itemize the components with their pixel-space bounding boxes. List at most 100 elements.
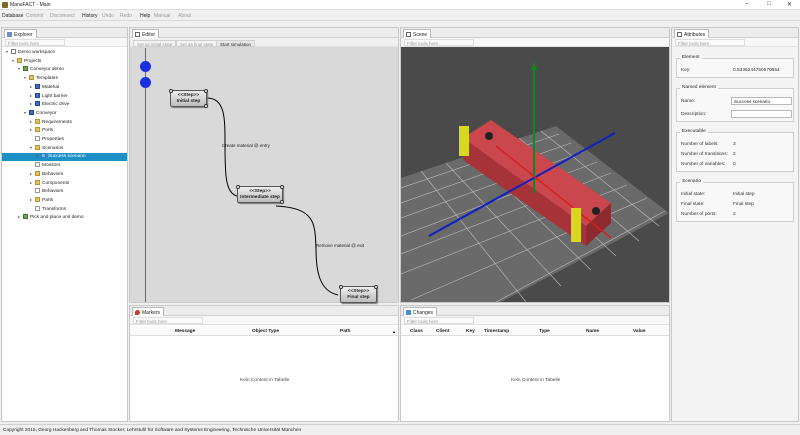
- menu-undo[interactable]: Undo: [102, 13, 114, 19]
- changes-panel: Changes Filter tools here Class Client K…: [400, 305, 670, 422]
- tree-item[interactable]: ▸ Success scenario: [2, 153, 127, 162]
- column-type[interactable]: Type: [539, 329, 550, 334]
- close-button[interactable]: ✕: [787, 1, 792, 8]
- element-group: Element Key: 0.5336244750570654: [676, 55, 794, 78]
- attributes-filter-input[interactable]: Filter tools here: [675, 39, 745, 46]
- tree-item[interactable]: Properties: [2, 136, 127, 144]
- column-class[interactable]: Class: [410, 329, 423, 334]
- scene-filter-input[interactable]: Filter tools here: [404, 39, 474, 46]
- proj-node-icon: [23, 66, 28, 72]
- folder-node-icon: [35, 127, 40, 133]
- menu-history[interactable]: History: [82, 13, 98, 19]
- tree-item[interactable]: Behaviors: [2, 188, 127, 196]
- description-field[interactable]: [731, 110, 792, 118]
- transition-label[interactable]: Remove material @ exit: [316, 243, 364, 248]
- tab-explorer[interactable]: Explorer: [4, 29, 37, 38]
- blue-node-icon: [35, 92, 40, 98]
- tree-item-label: Pick and place unit demo: [30, 215, 84, 221]
- tab-scene[interactable]: Scene: [403, 29, 432, 38]
- blue-node-icon: [35, 83, 40, 89]
- tree-item[interactable]: ▸ Behaviors: [2, 170, 127, 179]
- tab-attributes[interactable]: Attributes: [674, 29, 710, 38]
- changes-filter-input[interactable]: Filter tools here: [404, 317, 474, 324]
- markers-filter-input[interactable]: Filter tools here: [133, 317, 203, 324]
- folder-node-icon: [35, 196, 40, 202]
- menu-disconnect[interactable]: Disconnect: [50, 13, 75, 19]
- tree-item[interactable]: ▾ Conveyor: [2, 109, 127, 118]
- transition-label[interactable]: Create material @ entry: [222, 143, 270, 148]
- tab-markers[interactable]: Markers: [132, 307, 165, 316]
- step-intermediate[interactable]: <<Step>> Intermediate step: [236, 185, 284, 204]
- tree-item[interactable]: ▸ Requirements: [2, 118, 127, 127]
- tree-item-label: Success scenario: [48, 154, 86, 160]
- maximize-button[interactable]: □: [767, 1, 771, 7]
- tree-item[interactable]: ▾ Scenarios: [2, 144, 127, 153]
- menu-commit[interactable]: Commit: [26, 13, 43, 19]
- folder-node-icon: [35, 179, 40, 185]
- tree-item-label: Requirements: [42, 119, 72, 125]
- attributes-icon: [677, 32, 682, 37]
- column-message[interactable]: Message: [175, 329, 195, 334]
- scen-node-icon: [41, 153, 46, 159]
- column-client[interactable]: Client: [436, 329, 449, 334]
- leaf-node-icon: [35, 162, 40, 168]
- tab-editor[interactable]: Editor: [132, 29, 160, 38]
- empty-table-message: Kein Content in Tabelle: [511, 378, 561, 383]
- tree-item[interactable]: ▾ Templates: [2, 75, 127, 83]
- tree-item-label: Light barrier: [42, 93, 68, 99]
- tree-item[interactable]: ▸ Components: [2, 179, 127, 188]
- tree-item-label: Conveyor demo: [30, 67, 64, 73]
- tree-item-label: Electric drive: [42, 102, 70, 108]
- menu-redo[interactable]: Redo: [120, 13, 132, 19]
- explorer-panel: Explorer Filter tools here ▾ Demo workspa…: [1, 27, 128, 422]
- tree-item[interactable]: Monitors: [2, 162, 127, 170]
- tree-item-label: Projects: [24, 58, 42, 64]
- menu-database[interactable]: Database: [2, 13, 23, 19]
- editor-panel: Editor Set as initial state Set as final…: [129, 27, 399, 303]
- sort-ascending-icon[interactable]: ▲: [392, 329, 396, 334]
- blue-node-icon: [29, 109, 34, 115]
- step-final[interactable]: <<Step>> Final step: [339, 285, 378, 303]
- tree-item[interactable]: ▾ Projects: [2, 57, 127, 66]
- editor-canvas[interactable]: <<Step>> Initial step <<Step>> Intermedi…: [130, 48, 398, 303]
- step-initial[interactable]: <<Step>> Initial step: [169, 89, 208, 108]
- tree-item[interactable]: ▸ Pick and place unit demo: [2, 214, 127, 222]
- tree-item-label: Parts: [42, 197, 54, 203]
- column-value[interactable]: Value: [633, 329, 646, 334]
- tree-item-label: Conveyor: [36, 110, 57, 116]
- column-timestamp[interactable]: Timestamp: [484, 329, 509, 334]
- tree-item[interactable]: ▸ Light barrier: [2, 92, 127, 101]
- explorer-icon: [7, 32, 12, 37]
- tree-item[interactable]: ▸ Electric drive: [2, 101, 127, 109]
- window-title: ManuFACT - Main: [10, 2, 51, 8]
- tree-item[interactable]: ▾ Conveyor demo: [2, 66, 127, 74]
- column-name[interactable]: Name: [586, 329, 599, 334]
- menu-manual[interactable]: Manual: [154, 13, 170, 19]
- markers-panel: Markers Filter tools here Message Object…: [129, 305, 399, 422]
- start-simulation-button[interactable]: Start simulation: [216, 40, 256, 47]
- explorer-filter-input[interactable]: Filter tools here: [5, 39, 65, 46]
- blue-node-icon: [35, 101, 40, 107]
- leaf-node-icon: [35, 188, 40, 194]
- folder-node-icon: [29, 75, 34, 81]
- tree-item-label: Components: [42, 180, 70, 186]
- tab-changes[interactable]: Changes: [403, 307, 438, 316]
- set-final-state-button[interactable]: Set as final state: [176, 40, 218, 47]
- tree-item[interactable]: ▸ Material: [2, 83, 127, 92]
- tree-item[interactable]: ▸ Ports: [2, 127, 127, 135]
- tree-item-label: Behaviors: [42, 171, 64, 177]
- menu-help[interactable]: Help: [140, 13, 150, 19]
- column-object-type[interactable]: Object Type: [252, 329, 279, 334]
- tree-item[interactable]: Transforms: [2, 205, 127, 214]
- tree-item-label: Monitors: [42, 163, 61, 169]
- menu-about[interactable]: About: [178, 13, 191, 19]
- minimize-button[interactable]: –: [745, 1, 748, 7]
- name-field[interactable]: Success scenario: [731, 97, 792, 105]
- column-key[interactable]: Key: [466, 329, 475, 334]
- column-path[interactable]: Path: [340, 329, 350, 334]
- tree-item[interactable]: ▸ Parts: [2, 196, 127, 205]
- app-icon: [2, 2, 8, 8]
- set-initial-state-button[interactable]: Set as initial state: [133, 40, 177, 47]
- scene-viewport[interactable]: [401, 48, 669, 302]
- tree-item[interactable]: ▾ Demo workspace: [2, 49, 127, 57]
